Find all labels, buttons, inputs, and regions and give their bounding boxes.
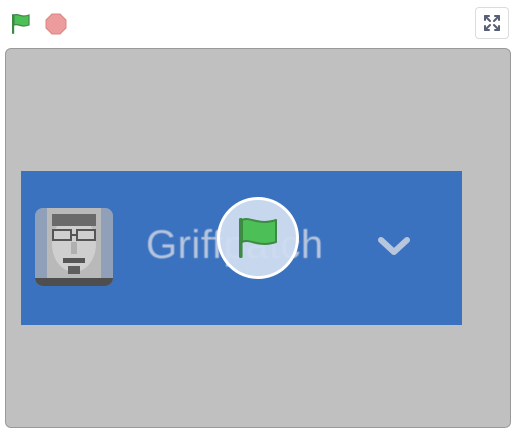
fullscreen-icon [484, 15, 500, 31]
stop-button[interactable] [43, 11, 69, 37]
green-flag-icon [239, 218, 277, 258]
stop-icon [45, 13, 67, 35]
project-stage[interactable]: Griffpatch [5, 48, 511, 428]
fullscreen-button[interactable] [475, 7, 509, 39]
player-controls-bar [0, 0, 519, 48]
avatar [35, 208, 113, 286]
avatar-image [35, 208, 113, 286]
green-flag-overlay-button[interactable] [217, 197, 299, 279]
chevron-down-icon [376, 233, 412, 259]
green-flag-button[interactable] [8, 11, 34, 37]
green-flag-icon [12, 13, 30, 34]
